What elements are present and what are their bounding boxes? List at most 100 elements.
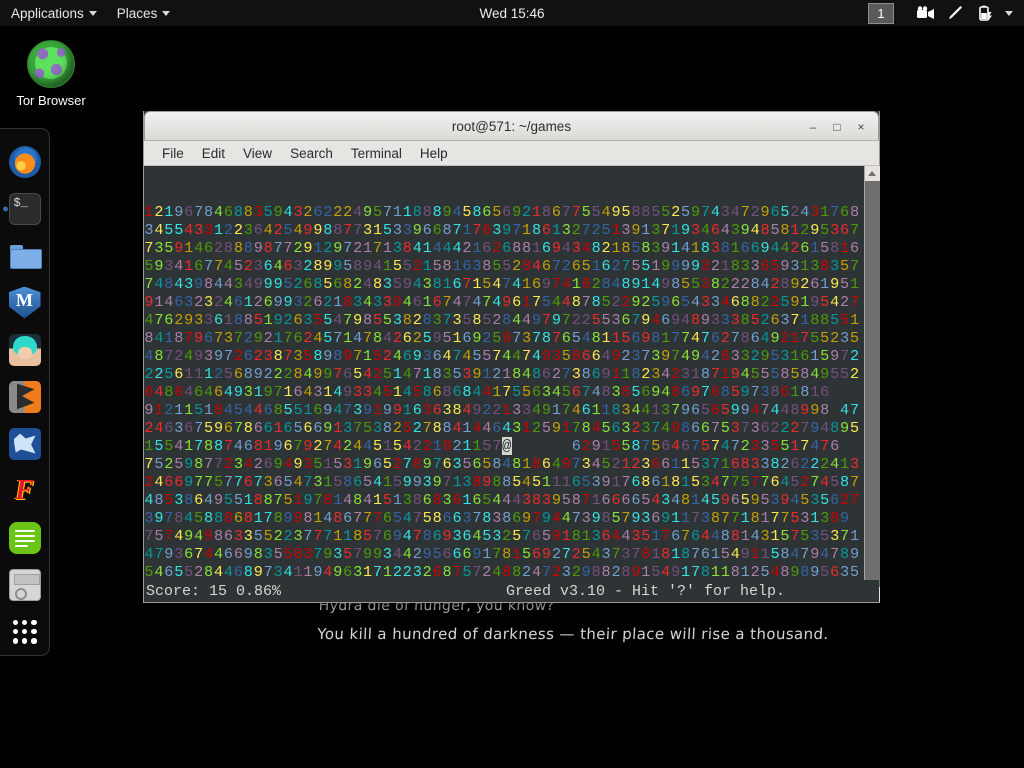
grid-cell: 2 [780, 419, 790, 437]
menu-search[interactable]: Search [281, 141, 342, 166]
dock-item-burpsuite[interactable] [0, 373, 50, 420]
grid-cell: 7 [621, 257, 631, 275]
battery-icon[interactable] [970, 0, 1000, 26]
grid-cell: 2 [392, 563, 402, 581]
grid-cell: 6 [651, 455, 661, 473]
grid-cell: 4 [363, 437, 373, 455]
grid-cell: 4 [770, 563, 780, 581]
grid-cell: 8 [621, 563, 631, 581]
dock-item-metasploit[interactable]: M [0, 279, 50, 326]
grid-cell: 6 [730, 455, 740, 473]
window-titlebar[interactable]: root@571: ~/games – □ × [144, 111, 879, 141]
grid-cell: 9 [690, 383, 701, 401]
scroll-up-arrow-icon[interactable] [864, 166, 880, 181]
grid-cell: 7 [353, 545, 363, 563]
grid-cell: 5 [541, 419, 552, 437]
close-button[interactable]: × [850, 116, 872, 138]
grid-cell: 9 [273, 311, 283, 329]
grid-cell: 3 [204, 221, 214, 239]
grid-cell: 9 [502, 293, 512, 311]
grid-cell: 4 [551, 509, 561, 527]
terminal-screen[interactable]: 1219678468835943262224957118889458656921… [144, 166, 864, 602]
grid-cell: 4 [651, 491, 661, 509]
grid-cell: 9 [740, 383, 750, 401]
grid-cell: 6 [372, 455, 383, 473]
menu-help[interactable]: Help [411, 141, 457, 166]
grid-cell: 4 [770, 401, 780, 419]
grid-cell: 9 [541, 509, 552, 527]
grid-cell: 1 [800, 257, 810, 275]
grid-cell: 9 [740, 545, 750, 563]
grid-cell: 5 [840, 311, 850, 329]
tray-chevron-down-icon[interactable] [1000, 0, 1018, 26]
terminal-menubar: File Edit View Search Terminal Help [144, 141, 879, 166]
grid-cell: 5 [690, 455, 701, 473]
grid-cell: 6 [442, 545, 452, 563]
screen-recorder-icon[interactable] [910, 0, 940, 26]
grid-cell: 7 [154, 545, 164, 563]
grid-cell: 3 [621, 545, 631, 563]
grid-cell: 1 [313, 239, 323, 257]
dock-item-firefox[interactable] [0, 138, 50, 185]
grid-cell: 3 [760, 455, 770, 473]
grid-cell: 8 [343, 293, 353, 311]
grid-cell: 6 [472, 455, 482, 473]
grid-cell: 7 [531, 329, 542, 347]
pen-icon[interactable] [940, 0, 970, 26]
grid-cell: 7 [720, 473, 730, 491]
grid-cell: 5 [154, 455, 164, 473]
grid-cell: 4 [700, 221, 711, 239]
grid-cell: 5 [512, 473, 522, 491]
grid-cell: 9 [353, 311, 363, 329]
applications-menu[interactable]: Applications [0, 0, 107, 26]
grid-cell: 1 [840, 455, 850, 473]
scrollbar-track[interactable] [864, 181, 880, 587]
dock-item-armitage[interactable] [0, 326, 50, 373]
terminal-scrollbar[interactable] [864, 166, 880, 602]
grid-cell: 9 [313, 365, 323, 383]
grid-cell: 1 [353, 455, 363, 473]
greed-game-grid[interactable]: 1219678468835943262224957118889458656921… [144, 203, 864, 602]
grid-cell: 1 [800, 311, 810, 329]
grid-cell: 5 [740, 491, 750, 509]
grid-cell: 5 [541, 527, 552, 545]
minimize-button[interactable]: – [802, 116, 824, 138]
grid-cell: 1 [293, 491, 303, 509]
menu-terminal[interactable]: Terminal [342, 141, 411, 166]
grid-cell: 1 [561, 419, 571, 437]
dock-item-files[interactable] [0, 232, 50, 279]
maximize-button[interactable]: □ [826, 116, 848, 138]
dock-item-beef[interactable] [0, 420, 50, 467]
grid-cell: 3 [412, 563, 422, 581]
grid-cell: 7 [840, 527, 850, 545]
grid-cell: 2 [631, 419, 641, 437]
grid-cell: 1 [790, 383, 800, 401]
workspace-switcher[interactable]: 1 [868, 2, 894, 24]
grid-cell: 4 [353, 329, 363, 347]
grid-cell: 4 [551, 383, 561, 401]
grid-cell: 1 [800, 293, 810, 311]
desktop-icon-tor-browser[interactable]: Tor Browser [8, 40, 94, 109]
grid-cell: 3 [422, 473, 432, 491]
grid-cell: 7 [641, 347, 651, 365]
places-menu[interactable]: Places [107, 0, 181, 26]
dock-item-terminal[interactable]: $_ [0, 185, 50, 232]
grid-cell: 7 [581, 491, 591, 509]
grid-cell: 8 [313, 347, 323, 365]
grid-cell: 4 [452, 419, 462, 437]
grid-cell: 2 [412, 437, 422, 455]
dock-item-notes[interactable] [0, 514, 50, 561]
dock-item-faraday[interactable]: F [0, 467, 50, 514]
dock-item-hardware-tool[interactable] [0, 561, 50, 608]
menu-edit[interactable]: Edit [193, 141, 234, 166]
menu-view[interactable]: View [234, 141, 281, 166]
menu-file[interactable]: File [153, 141, 193, 166]
grid-cell: 1 [720, 455, 730, 473]
grid-cell: 5 [700, 401, 711, 419]
grid-cell: 5 [502, 257, 512, 275]
grid-cell: 5 [849, 563, 860, 581]
grid-cell: 4 [641, 401, 651, 419]
dock-item-show-applications[interactable] [0, 608, 50, 655]
grid-cell: 7 [372, 563, 383, 581]
grid-cell: 7 [661, 221, 671, 239]
